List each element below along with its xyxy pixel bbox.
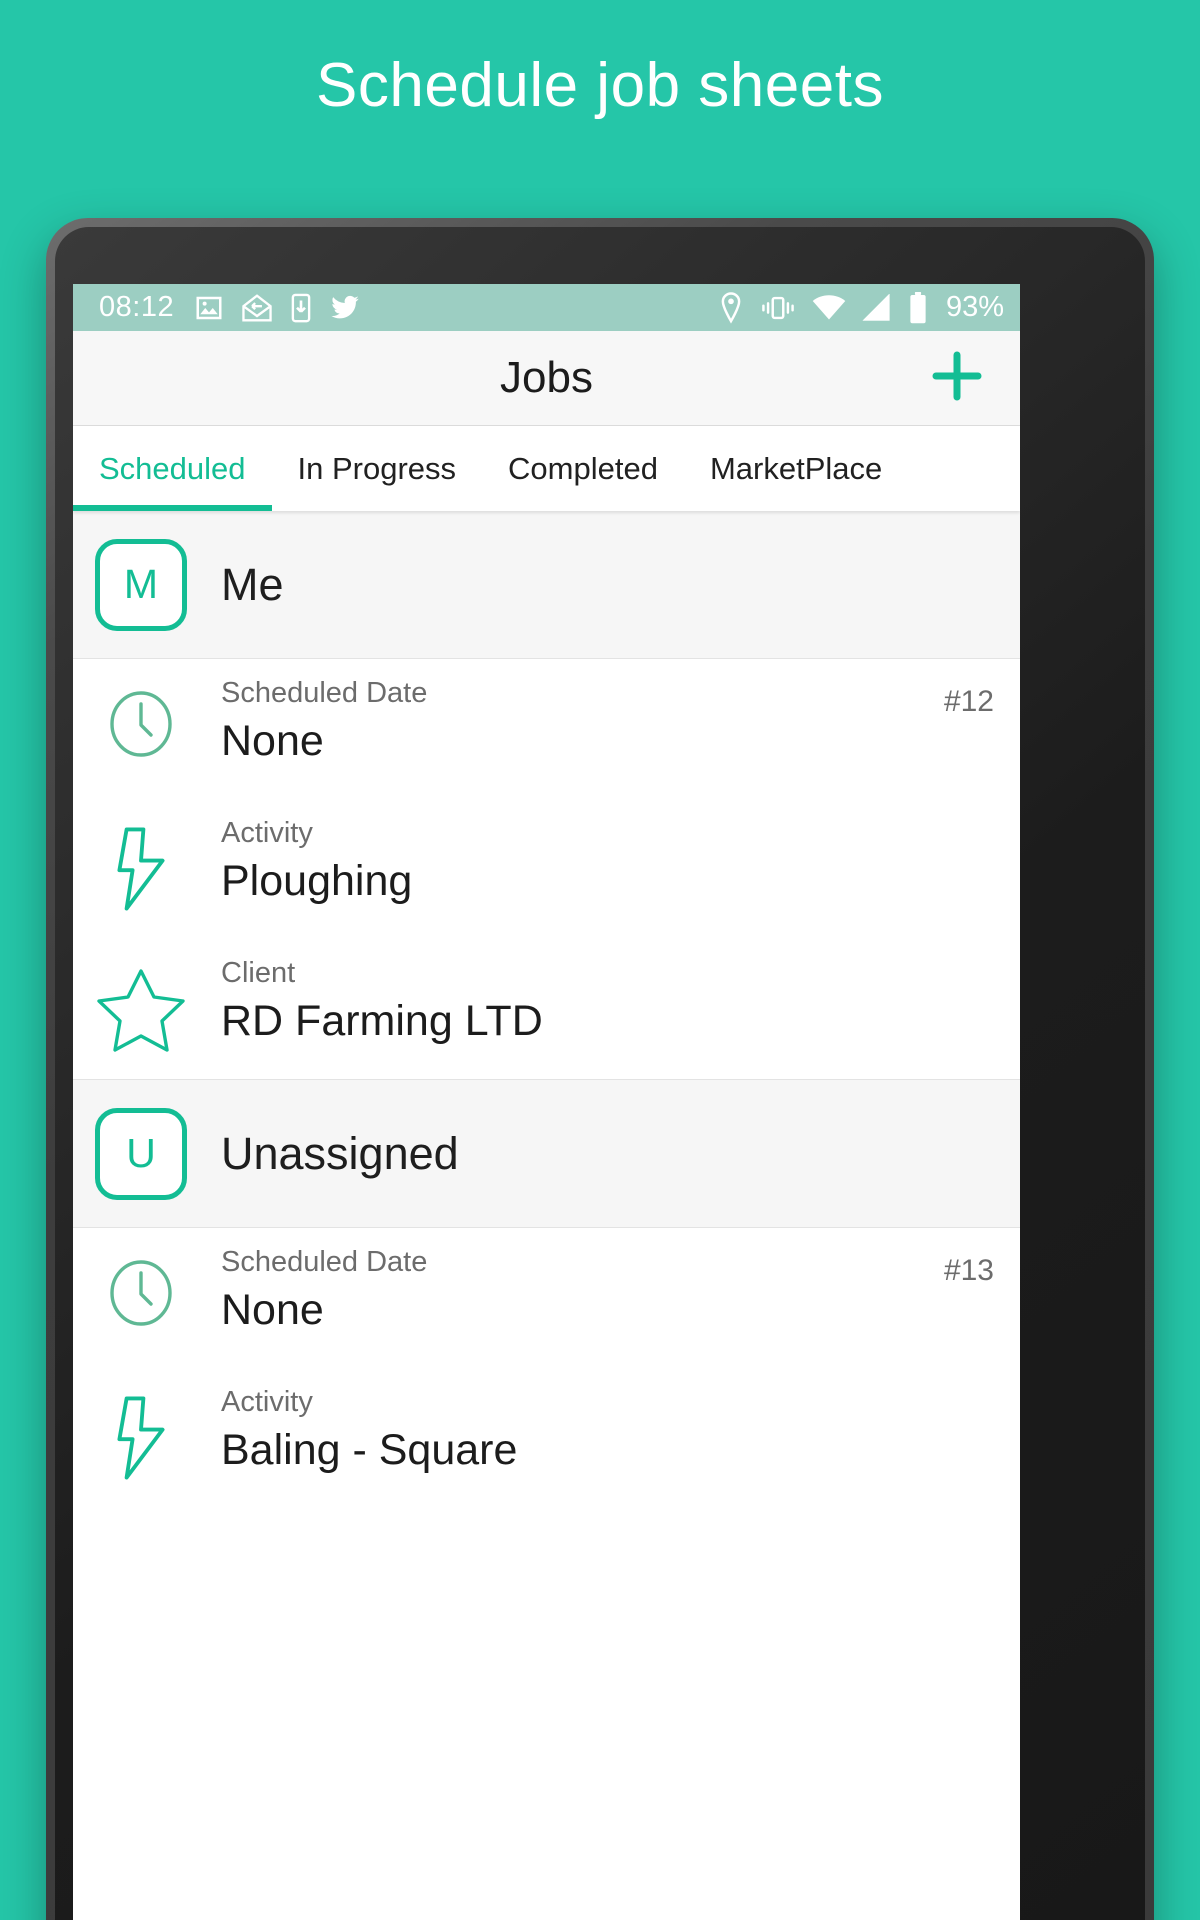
field-value: None [221, 1286, 324, 1335]
phone-screen: 08:12 93% Jobs Scheduled In Progress Com… [73, 284, 1020, 1920]
group-name: Me [221, 558, 284, 610]
avatar: M [95, 538, 187, 631]
avatar-initial: M [123, 561, 159, 607]
tab-label: Completed [508, 450, 658, 486]
field-row-activity[interactable]: Activity Ploughing [73, 799, 1020, 939]
cellular-signal-icon [862, 293, 892, 322]
tab-marketplace[interactable]: MarketPlace [684, 426, 908, 511]
field-row-activity[interactable]: Activity Baling - Square [73, 1368, 1020, 1508]
tab-label: MarketPlace [709, 450, 883, 486]
clock-icon [95, 675, 187, 761]
app-bar: Jobs [73, 331, 1020, 426]
field-label: Client [221, 957, 296, 989]
field-text: Scheduled Date None [221, 1244, 994, 1338]
field-label: Scheduled Date [221, 1246, 428, 1278]
avatar: U [95, 1107, 187, 1200]
tab-label: Scheduled [99, 450, 246, 486]
battery-percent: 93% [945, 291, 1004, 323]
job-card-13[interactable]: Scheduled Date None #13 Activity Baling … [73, 1228, 1020, 1508]
twitter-icon [329, 293, 361, 323]
job-number: #13 [943, 1254, 994, 1287]
bolt-icon [95, 815, 187, 911]
field-label: Activity [221, 1386, 313, 1418]
field-label: Activity [221, 817, 313, 849]
page-title: Jobs [500, 353, 593, 402]
tab-in-progress[interactable]: In Progress [272, 426, 483, 511]
field-text: Activity Ploughing [221, 815, 994, 909]
field-value: None [221, 717, 324, 766]
location-pin-icon [718, 291, 744, 324]
group-name: Unassigned [221, 1127, 459, 1179]
status-bar: 08:12 93% [73, 284, 1020, 331]
promo-headline: Schedule job sheets [316, 51, 884, 120]
status-time: 08:12 [99, 291, 175, 323]
tab-bar[interactable]: Scheduled In Progress Completed MarketPl… [73, 426, 1020, 511]
status-right-icons: 93% [718, 291, 1004, 324]
field-row-client[interactable]: Client RD Farming LTD [73, 939, 1020, 1079]
field-value: Baling - Square [221, 1426, 518, 1475]
field-text: Client RD Farming LTD [221, 955, 994, 1049]
field-value: RD Farming LTD [221, 997, 543, 1046]
mail-icon [241, 293, 273, 323]
field-label: Scheduled Date [221, 677, 428, 709]
field-text: Activity Baling - Square [221, 1384, 994, 1478]
star-icon [95, 955, 187, 1055]
group-header-unassigned[interactable]: U Unassigned [73, 1080, 1020, 1228]
tab-scheduled[interactable]: Scheduled [73, 426, 272, 511]
field-text: Scheduled Date None [221, 675, 994, 769]
download-to-phone-icon [290, 293, 312, 323]
group-header-me[interactable]: M Me [73, 511, 1020, 659]
battery-icon [908, 291, 928, 324]
photo-icon [194, 293, 224, 323]
plus-icon [926, 345, 988, 412]
avatar-initial: U [126, 1130, 156, 1176]
field-value: Ploughing [221, 857, 413, 906]
tab-label: In Progress [297, 450, 457, 486]
job-card-12[interactable]: Scheduled Date None #12 Activity Ploughi… [73, 659, 1020, 1079]
add-job-button[interactable] [924, 345, 990, 411]
field-row-scheduled-date[interactable]: Scheduled Date None #12 [73, 659, 1020, 799]
status-left-icons [194, 293, 361, 323]
tab-completed[interactable]: Completed [482, 426, 684, 511]
wifi-icon [812, 294, 846, 322]
bolt-icon [95, 1384, 187, 1480]
job-number: #12 [943, 685, 994, 718]
clock-icon [95, 1244, 187, 1330]
field-row-scheduled-date[interactable]: Scheduled Date None #13 [73, 1228, 1020, 1368]
vibrate-icon [760, 294, 796, 322]
